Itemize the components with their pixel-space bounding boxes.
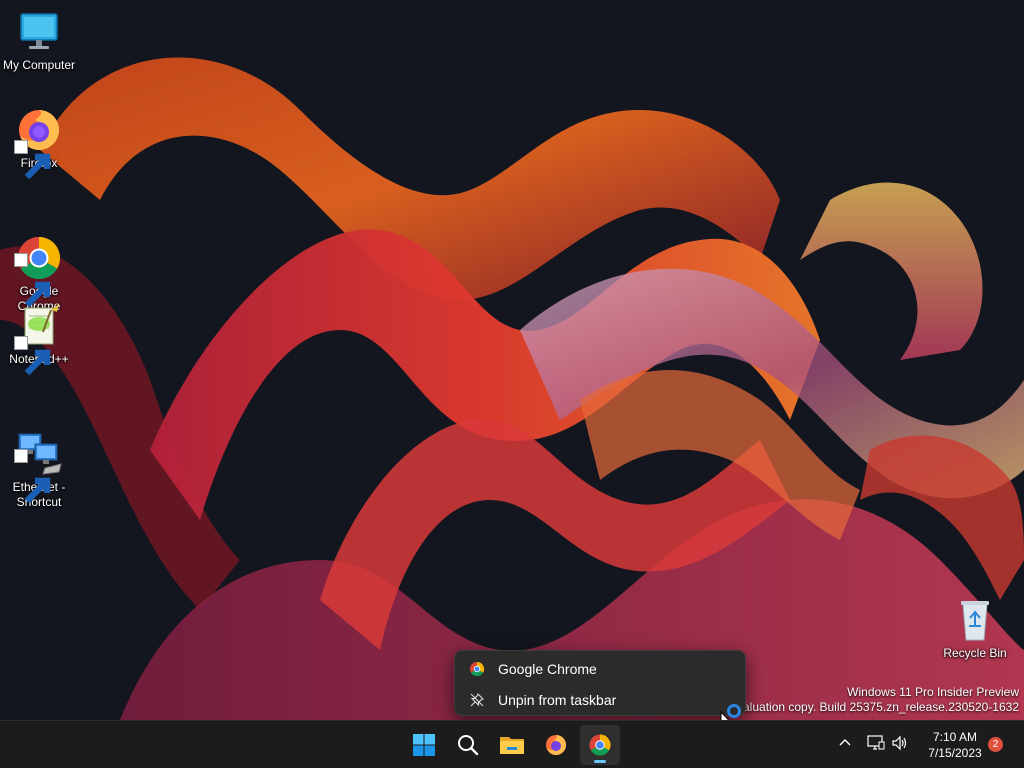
menu-item-label: Unpin from taskbar — [498, 691, 617, 708]
file-explorer-icon — [499, 733, 525, 757]
start-button[interactable] — [404, 725, 444, 765]
taskbar: 7:10 AM 7/15/2023 2 — [0, 720, 1024, 768]
clock-date: 7/15/2023 — [928, 746, 982, 760]
start-icon — [412, 733, 436, 757]
show-hidden-icons-button[interactable] — [835, 735, 855, 755]
desktop-icon-label: Recycle Bin — [943, 646, 1007, 660]
recycle-bin-icon — [951, 596, 999, 644]
watermark-line-2: Evaluation copy. Build 25375.zn_release.… — [729, 700, 1019, 714]
chevron-up-icon — [838, 736, 852, 755]
shortcut-arrow-icon — [14, 449, 51, 504]
search-icon — [456, 733, 480, 757]
search-button[interactable] — [448, 725, 488, 765]
network-status-button[interactable] — [866, 734, 886, 756]
firefox-taskbar-button[interactable] — [536, 725, 576, 765]
shortcut-arrow-icon — [14, 140, 51, 180]
firefox-icon — [14, 106, 63, 180]
desktop-icon-firefox[interactable]: Firefox — [0, 106, 78, 180]
unpin-icon — [469, 692, 485, 708]
notification-badge[interactable]: 2 — [988, 737, 1003, 752]
menu-item-open-google-chrome[interactable]: Google Chrome — [455, 653, 745, 684]
chrome-icon — [469, 661, 485, 677]
chrome-taskbar-button[interactable] — [580, 725, 620, 765]
taskbar-jump-list: Google Chrome Unpin from taskbar — [454, 650, 746, 716]
shortcut-arrow-icon — [14, 253, 51, 308]
desktop-icon-ethernet-shortcut[interactable]: Ethernet - Shortcut — [0, 400, 78, 525]
clock-time: 7:10 AM — [932, 730, 978, 744]
network-icon — [867, 734, 885, 756]
chrome-icon — [14, 219, 63, 308]
notepadpp-icon — [14, 302, 63, 376]
monitor-icon — [15, 8, 63, 56]
evaluation-watermark: Windows 11 Pro Insider Preview Evaluatio… — [729, 685, 1019, 715]
desktop-icon-label: My Computer — [2, 58, 76, 72]
menu-item-unpin-from-taskbar[interactable]: Unpin from taskbar — [455, 684, 745, 715]
desktop-icon-my-computer[interactable]: My Computer — [0, 8, 78, 73]
desktop-icon-recycle-bin[interactable]: Recycle Bin — [936, 596, 1014, 661]
volume-button[interactable] — [890, 735, 910, 755]
desktop-icon-notepadpp[interactable]: Notepad++ — [0, 302, 78, 376]
shortcut-arrow-icon — [14, 336, 51, 376]
network-computers-icon — [14, 415, 63, 504]
volume-icon — [891, 735, 909, 756]
firefox-icon — [544, 733, 568, 757]
wallpaper-art — [0, 0, 1024, 720]
desktop-wallpaper — [0, 0, 1024, 720]
menu-item-label: Google Chrome — [498, 660, 597, 677]
clock[interactable]: 7:10 AM 7/15/2023 — [915, 729, 995, 761]
watermark-line-1: Windows 11 Pro Insider Preview — [847, 685, 1019, 699]
chrome-icon — [588, 733, 612, 757]
file-explorer-button[interactable] — [492, 725, 532, 765]
